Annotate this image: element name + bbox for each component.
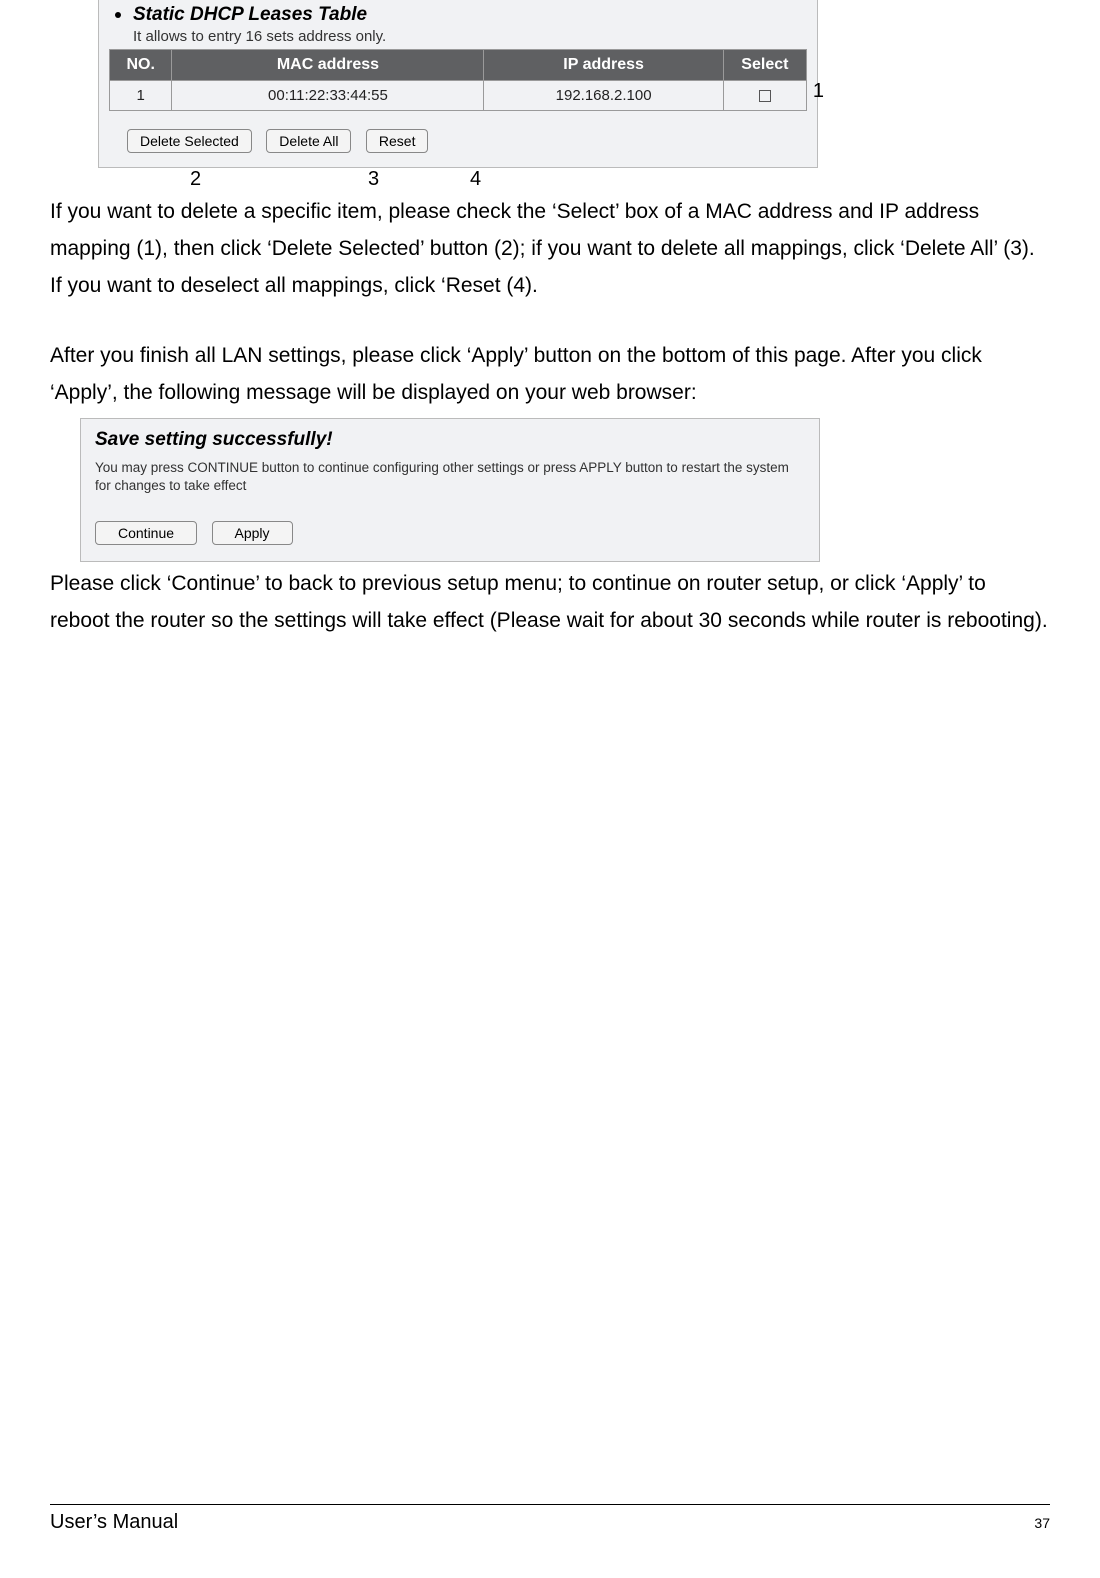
annotation-4: 4	[470, 168, 481, 191]
paragraph-3: Please click ‘Continue’ to back to previ…	[50, 566, 1050, 640]
delete-all-button[interactable]: Delete All	[266, 129, 351, 153]
cell-ip: 192.168.2.100	[484, 81, 723, 111]
table-row: 1 00:11:22:33:44:55 192.168.2.100	[110, 81, 807, 111]
th-no: NO.	[110, 50, 172, 81]
continue-button[interactable]: Continue	[95, 521, 197, 545]
save-setting-panel: Save setting successfully! You may press…	[80, 418, 820, 562]
th-select: Select	[723, 50, 806, 81]
annotation-1: 1	[813, 80, 824, 103]
panel-title-row: Static DHCP Leases Table	[109, 0, 807, 26]
page-number: 37	[1034, 1515, 1050, 1531]
apply-button[interactable]: Apply	[212, 521, 293, 545]
footer-rule	[50, 1504, 1050, 1505]
static-dhcp-panel: Static DHCP Leases Table It allows to en…	[98, 0, 818, 168]
save-title: Save setting successfully!	[95, 429, 805, 451]
bullet-icon	[115, 12, 121, 18]
paragraph-1: If you want to delete a specific item, p…	[50, 194, 1050, 304]
panel-hint: It allows to entry 16 sets address only.	[109, 26, 807, 49]
save-message: You may press CONTINUE button to continu…	[95, 459, 805, 495]
th-ip: IP address	[484, 50, 723, 81]
page-footer: User’s Manual 37	[0, 1504, 1100, 1534]
cell-select	[723, 81, 806, 111]
button-row: Delete Selected Delete All Reset	[109, 129, 807, 153]
th-mac: MAC address	[172, 50, 484, 81]
panel-title: Static DHCP Leases Table	[133, 4, 367, 26]
reset-button[interactable]: Reset	[366, 129, 429, 153]
paragraph-2: After you finish all LAN settings, pleas…	[50, 338, 1050, 412]
annotation-3: 3	[368, 168, 379, 191]
delete-selected-button[interactable]: Delete Selected	[127, 129, 252, 153]
annotation-row: 2 3 4	[98, 168, 818, 190]
dhcp-table: NO. MAC address IP address Select 1 00:1…	[109, 49, 807, 111]
cell-no: 1	[110, 81, 172, 111]
footer-title: User’s Manual	[50, 1511, 178, 1534]
annotation-2: 2	[190, 168, 201, 191]
select-checkbox[interactable]	[759, 90, 771, 102]
cell-mac: 00:11:22:33:44:55	[172, 81, 484, 111]
